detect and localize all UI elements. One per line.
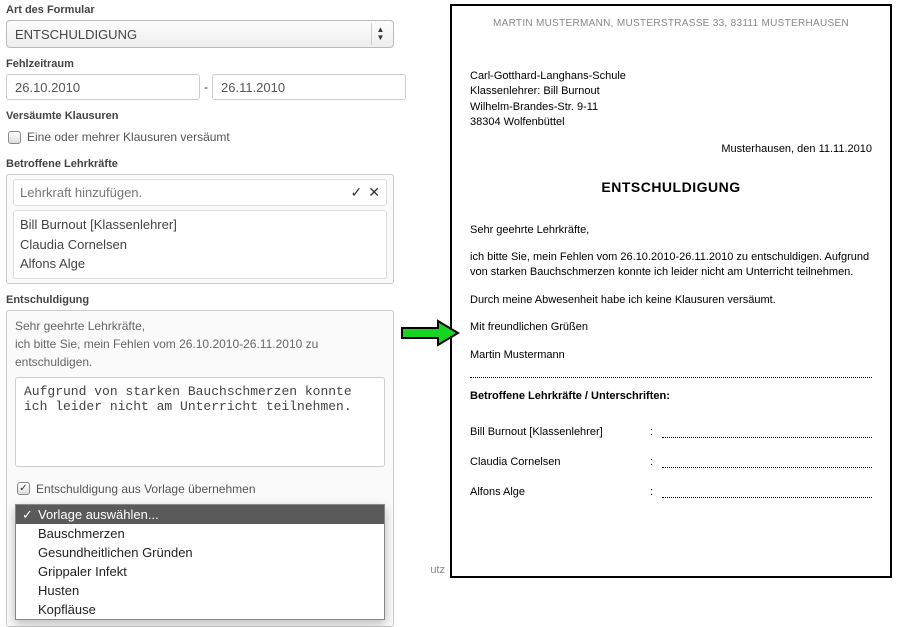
signature-line [662,488,872,498]
dropdown-item[interactable]: Gesundheitlichen Gründen [16,543,384,562]
missed-exams-text: Eine oder mehrer Klausuren versäumt [27,130,230,144]
dropdown-item[interactable]: Bauschmerzen [16,524,384,543]
confirm-icon[interactable]: ✓ [351,184,363,201]
template-dropdown[interactable]: Vorlage auswählen... Bauschmerzen Gesund… [15,504,385,620]
dropdown-arrows-icon: ▲▼ [371,23,389,45]
signature-name: Claudia Cornelsen [470,456,650,468]
form-panel: Art des Formular ENTSCHULDIGUNG ▲▼ Fehlz… [0,0,400,582]
signature-colon: : [650,456,662,468]
add-teacher-placeholder: Lehrkraft hinzufügen. [20,185,142,200]
arrow-icon [400,318,460,348]
excuse-textarea[interactable] [15,377,385,467]
closing: Mit freundlichen Grüßen [470,320,872,335]
missed-exams-checkbox[interactable] [8,131,21,144]
excuse-prefix-line: ich bitte Sie, mein Fehlen vom 26.10.201… [15,335,385,371]
recipient-line: Carl-Gotthard-Langhans-Schule [470,69,872,84]
excuse-prefix: Sehr geehrte Lehrkräfte, ich bitte Sie, … [15,317,385,371]
signature-line [662,458,872,468]
document-preview: MARTIN MUSTERMANN, MUSTERSTRASSE 33, 831… [450,4,892,578]
salutation: Sehr geehrte Lehrkräfte, [470,223,872,238]
missed-exams-row: Eine oder mehrer Klausuren versäumt [6,126,394,148]
form-type-select[interactable]: ENTSCHULDIGUNG ▲▼ [6,20,394,48]
signature-colon: : [650,426,662,438]
sender-line: MARTIN MUSTERMANN, MUSTERSTRASSE 33, 831… [470,18,872,29]
date-line: Musterhausen, den 11.11.2010 [470,143,872,155]
excuse-label: Entschuldigung [6,294,394,306]
recipient-line: Wilhelm-Brandes-Str. 9-11 [470,100,872,115]
sender-name: Martin Mustermann [470,348,872,363]
signature-row: Alfons Alge : [470,476,872,498]
signature-row: Claudia Cornelsen : [470,446,872,468]
body-paragraph: ich bitte Sie, mein Fehlen vom 26.10.201… [470,250,872,281]
list-item: Claudia Cornelsen [20,235,380,255]
signature-name: Bill Burnout [Klassenlehrer] [470,426,650,438]
recipient-line: 38304 Wolfenbüttel [470,115,872,130]
dropdown-item[interactable]: Grippaler Infekt [16,562,384,581]
signature-line [662,428,872,438]
date-separator: - [204,80,208,94]
date-to-input[interactable] [212,74,406,100]
date-range-row: - [6,74,394,100]
dropdown-item[interactable]: Husten [16,581,384,600]
list-item: Bill Burnout [Klassenlehrer] [20,215,380,235]
signature-colon: : [650,486,662,498]
dropdown-item[interactable]: Kopfläuse [16,600,384,619]
date-from-input[interactable] [6,74,200,100]
dropdown-item[interactable]: Vorlage auswählen... [16,505,384,524]
cancel-icon[interactable]: ✕ [368,184,380,201]
signature-name: Alfons Alge [470,486,650,498]
recipient-line: Klassenlehrer: Bill Burnout [470,84,872,99]
body-paragraph: Durch meine Abwesenheit habe ich keine K… [470,293,872,308]
missed-exams-label: Versäumte Klausuren [6,110,394,122]
teacher-list[interactable]: Bill Burnout [Klassenlehrer] Claudia Cor… [13,210,387,279]
signatures-header: Betroffene Lehrkräfte / Unterschriften: [470,390,872,402]
list-item: Alfons Alge [20,254,380,274]
use-template-checkbox[interactable]: ✓ [17,482,30,495]
excuse-box: Sehr geehrte Lehrkräfte, ich bitte Sie, … [6,310,394,627]
use-template-label: Entschuldigung aus Vorlage übernehmen [36,482,256,496]
form-type-value: ENTSCHULDIGUNG [15,27,137,42]
period-label: Fehlzeitraum [6,58,394,70]
signature-row: Bill Burnout [Klassenlehrer] : [470,416,872,438]
form-type-label: Art des Formular [6,4,394,16]
recipient-block: Carl-Gotthard-Langhans-Schule Klassenleh… [470,69,872,131]
add-teacher-input[interactable]: Lehrkraft hinzufügen. ✓ ✕ [13,179,387,206]
use-template-row: ✓ Entschuldigung aus Vorlage übernehmen [15,478,385,500]
teachers-box: Lehrkraft hinzufügen. ✓ ✕ Bill Burnout [… [6,174,394,284]
excuse-prefix-line: Sehr geehrte Lehrkräfte, [15,317,385,335]
teachers-label: Betroffene Lehrkräfte [6,158,394,170]
document-body: Sehr geehrte Lehrkräfte, ich bitte Sie, … [470,223,872,363]
document-title: ENTSCHULDIGUNG [470,179,872,195]
footer-fragment: utz [430,564,445,576]
divider [470,377,872,378]
